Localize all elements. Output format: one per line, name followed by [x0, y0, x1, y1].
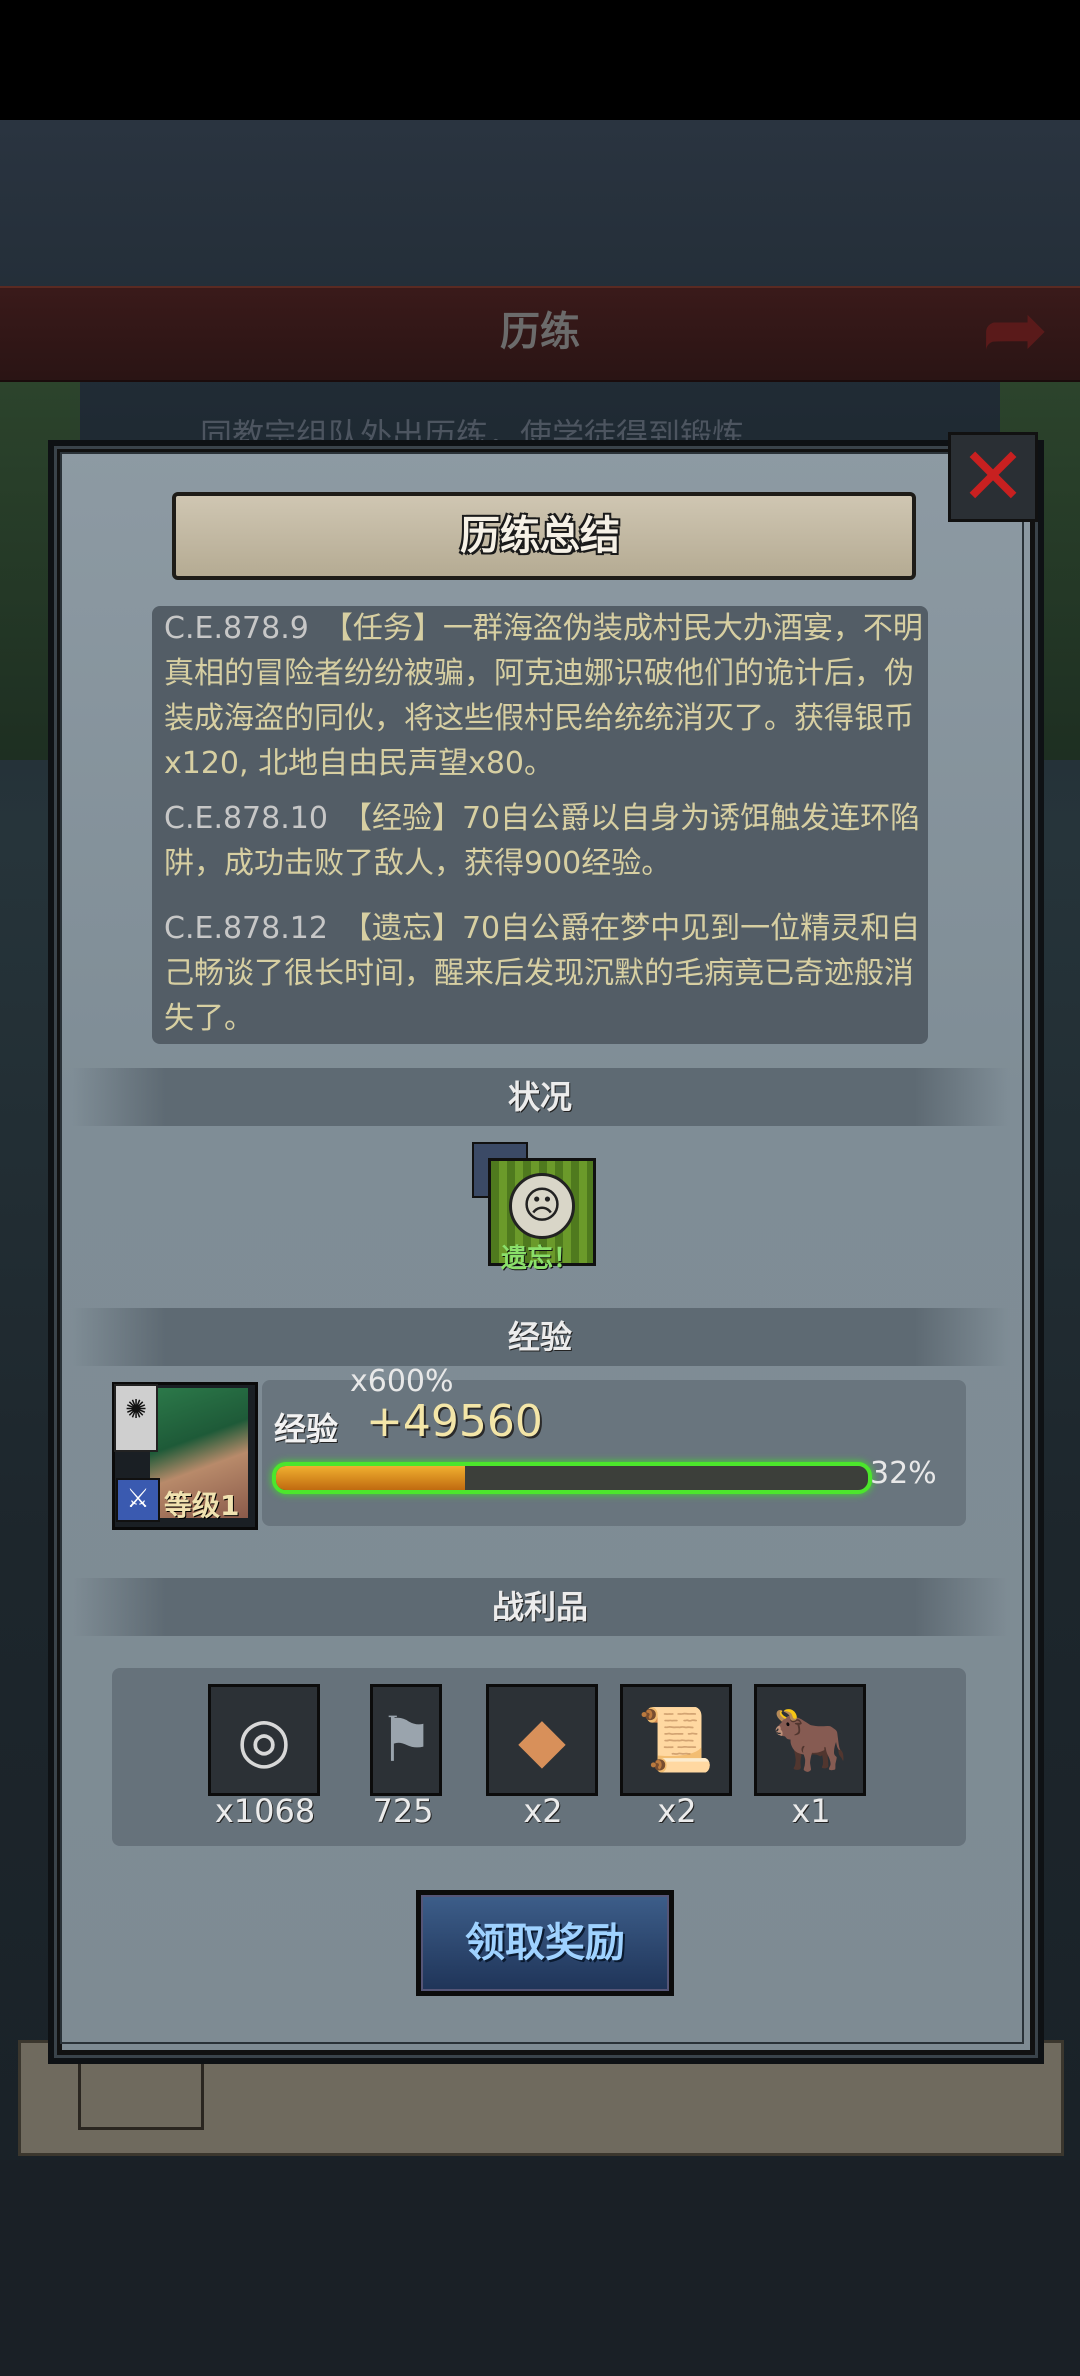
log-date: C.E.878.10 — [164, 801, 328, 836]
hero-faction-banner: ✺ — [114, 1384, 158, 1452]
background-bottom-slot — [78, 2060, 204, 2130]
ore-icon: ◆ — [518, 1703, 566, 1776]
loot-item-cattle[interactable]: 🐂 — [754, 1684, 866, 1796]
sad-face-icon: ☹ — [509, 1173, 575, 1239]
exp-gain-value: +49560 — [366, 1396, 543, 1447]
exp-progress-bar — [272, 1462, 872, 1494]
cattle-icon: 🐂 — [771, 1703, 849, 1776]
scroll-icon: 📜 — [637, 1703, 715, 1776]
faction-banner-icon: ⚑ — [378, 1703, 434, 1776]
loot-count: x2 — [523, 1792, 563, 1830]
exp-section-title: 经验 — [507, 1318, 572, 1356]
loot-item-ore[interactable]: ◆ — [486, 1684, 598, 1796]
loot-section-title: 战利品 — [491, 1588, 588, 1626]
exp-label: 经验 — [274, 1410, 339, 1448]
status-effect-label: 遗忘！ — [500, 1244, 579, 1274]
sword-class-icon: ⚔ — [116, 1478, 160, 1522]
loot-item-silver-coin[interactable]: ◎ — [208, 1684, 320, 1796]
background-header-title: 历练 — [500, 309, 580, 355]
log-date: C.E.878.9 — [164, 611, 309, 646]
log-entry: C.E.878.12 【遗忘】70自公爵在梦中见到一位精灵和自己畅谈了很长时间，醒… — [164, 906, 924, 1041]
dialog-title: 历练总结 — [460, 513, 620, 559]
exp-progress-fill — [276, 1466, 466, 1490]
exp-multiplier: x600% — [350, 1364, 454, 1399]
log-entry: C.E.878.9 【任务】一群海盗伪装成村民大办酒宴，不明真相的冒险者纷纷被骗，… — [164, 606, 924, 786]
loot-count: x2 — [657, 1792, 697, 1830]
hero-level: 等级1 — [164, 1489, 240, 1522]
silver-coin-icon: ◎ — [236, 1703, 292, 1776]
loot-count: 725 — [372, 1792, 434, 1830]
background-bottom-strip — [0, 2160, 1080, 2376]
close-icon: ✕ — [959, 430, 1027, 523]
status-section-title: 状况 — [507, 1078, 572, 1116]
log-date: C.E.878.12 — [164, 911, 328, 946]
status-bar — [0, 0, 1080, 120]
log-entry: C.E.878.10 【经验】70自公爵以自身为诱饵触发连环陷阱，成功击败了敌人，… — [164, 796, 924, 886]
back-arrow-icon[interactable]: ➦ — [965, 290, 1065, 370]
loot-item-scroll[interactable]: 📜 — [620, 1684, 732, 1796]
loot-count: x1 — [791, 1792, 831, 1830]
claim-rewards-label[interactable]: 领取奖励 — [416, 1890, 674, 1996]
exp-progress-percent: 32% — [870, 1456, 937, 1491]
loot-item-faction-banner[interactable]: ⚑ — [370, 1684, 442, 1796]
sun-emblem-icon: ✺ — [125, 1395, 147, 1425]
close-button[interactable]: ✕ — [948, 432, 1038, 522]
loot-count: x1068 — [214, 1792, 316, 1830]
